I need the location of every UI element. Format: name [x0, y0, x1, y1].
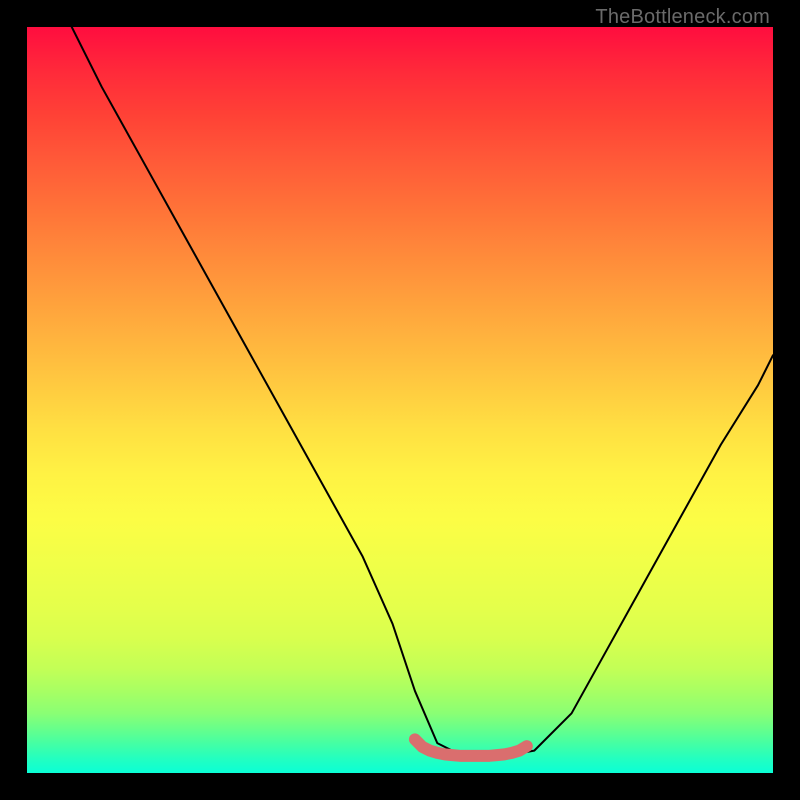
plot-area: [27, 27, 773, 773]
watermark-text: TheBottleneck.com: [595, 6, 770, 29]
curve-layer: [27, 27, 773, 773]
pink-highlight: [415, 739, 527, 755]
black-curve: [72, 27, 773, 756]
chart-frame: TheBottleneck.com: [0, 0, 800, 800]
